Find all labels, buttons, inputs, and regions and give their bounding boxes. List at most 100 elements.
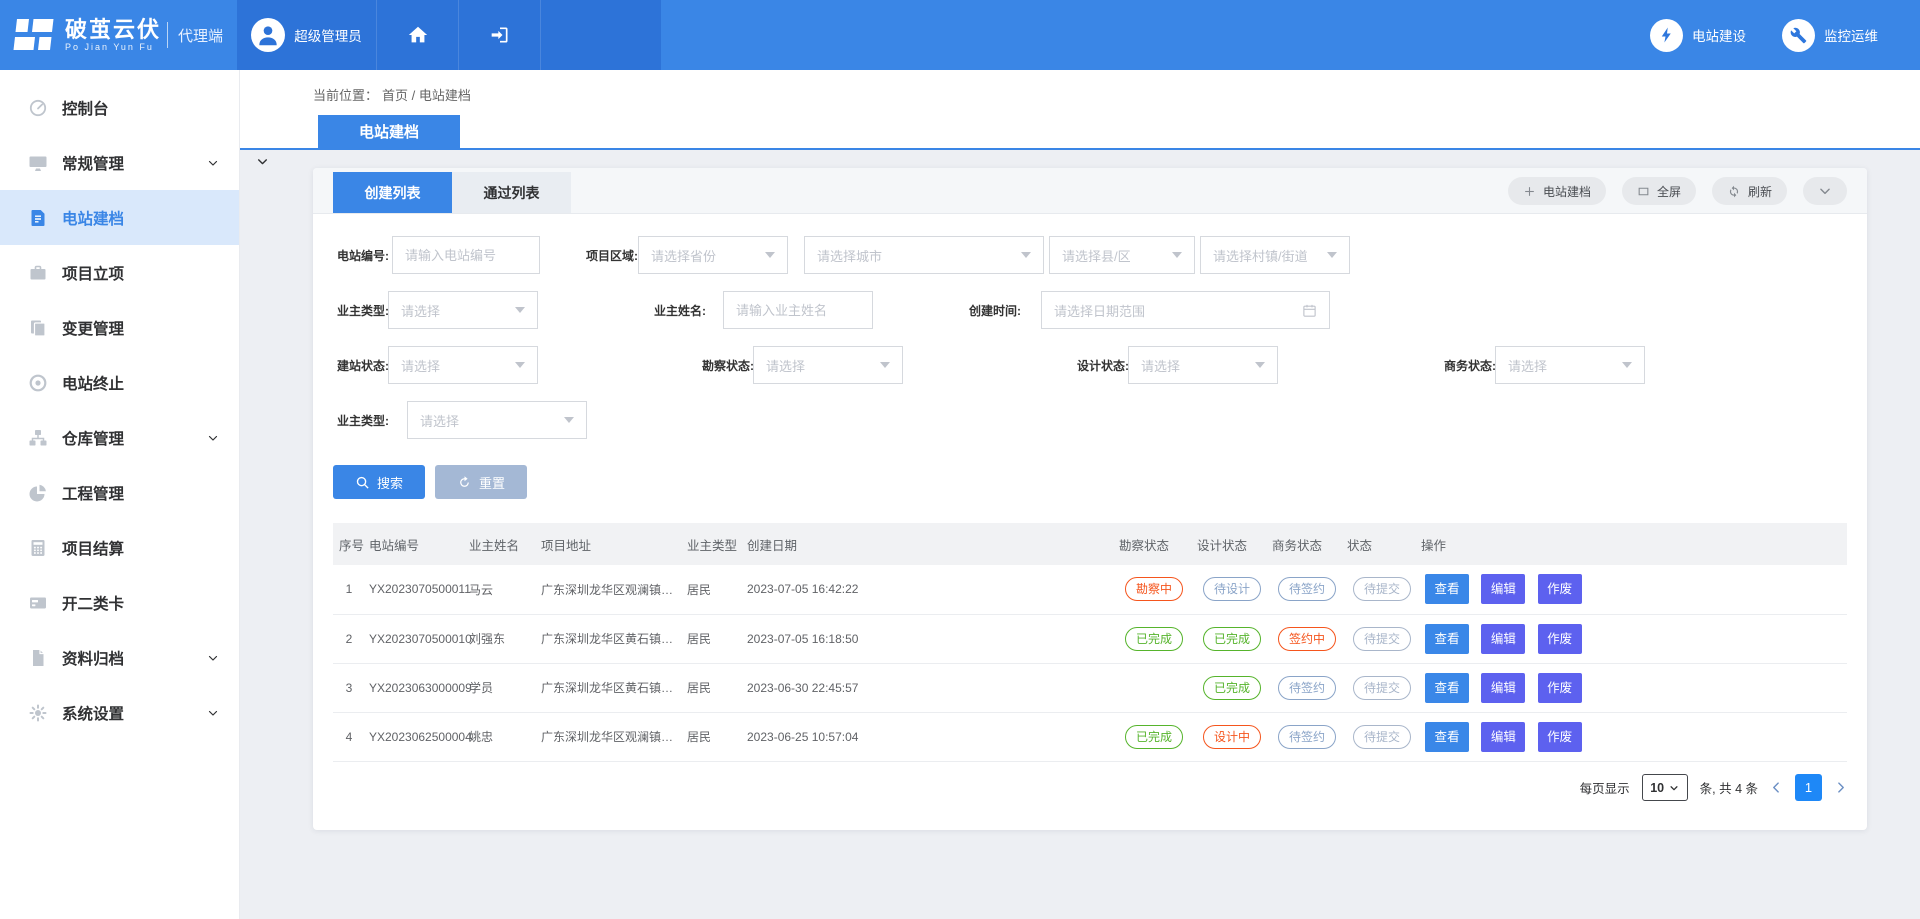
owner-name-input[interactable]	[723, 291, 873, 329]
per-page-select[interactable]: 10	[1642, 774, 1688, 801]
chevron-down-icon	[207, 652, 219, 664]
survey-status-select[interactable]: 请选择	[753, 346, 903, 384]
city-select[interactable]: 请选择城市	[804, 236, 1044, 274]
county-select[interactable]: 请选择县/区	[1049, 236, 1195, 274]
build-status-select[interactable]: 请选择	[388, 346, 538, 384]
tab-create-list[interactable]: 创建列表	[333, 172, 452, 213]
sidebar-item-label: 电站终止	[62, 372, 124, 394]
void-button[interactable]: 作废	[1538, 722, 1582, 752]
view-button[interactable]: 查看	[1425, 624, 1469, 654]
sidebar-item-general-mgmt[interactable]: 常规管理	[0, 135, 239, 190]
sidebar-item-data-archive[interactable]: 资料归档	[0, 630, 239, 685]
table-header-row: 序号 电站编号 业主姓名 项目地址 业主类型 创建日期 勘察状态 设计状态 商务…	[333, 523, 1847, 565]
design-status-select[interactable]: 请选择	[1128, 346, 1278, 384]
created-date-range-picker[interactable]: 请选择日期范围	[1041, 291, 1330, 329]
table-row: 3 YX2023063000009 学员 广东深圳龙华区黄石镇姚家庄... 居民…	[333, 663, 1847, 712]
nav-station-build[interactable]: 电站建设	[1650, 19, 1746, 52]
view-button[interactable]: 查看	[1425, 574, 1469, 604]
cell-status: 待提交	[1343, 712, 1417, 761]
design-status-label: 设计状态:	[1073, 357, 1128, 374]
search-icon	[355, 475, 370, 490]
cell-ops: 查看 编辑 作废	[1417, 614, 1847, 663]
view-button[interactable]: 查看	[1425, 673, 1469, 703]
filter-form: 电站编号: 项目区域: 请选择省份 请选择城市 请选择县/区 请选择村镇/街道 …	[313, 214, 1867, 439]
cell-business: 签约中	[1268, 614, 1343, 663]
town-select[interactable]: 请选择村镇/街道	[1200, 236, 1350, 274]
cell-code: YX2023063000009	[365, 663, 465, 712]
void-button[interactable]: 作废	[1538, 574, 1582, 604]
sidebar-item-label: 项目结算	[62, 537, 124, 559]
cell-no: 2	[333, 614, 365, 663]
sidebar-item-label: 控制台	[62, 97, 109, 119]
add-station-button[interactable]: 电站建档	[1508, 177, 1606, 205]
collapse-chevron-icon[interactable]	[256, 155, 269, 168]
cell-address: 广东深圳龙华区黄石镇星官大...	[537, 614, 683, 663]
edit-button[interactable]: 编辑	[1481, 722, 1525, 752]
sidebar-item-system-settings[interactable]: 系统设置	[0, 685, 239, 740]
nav-monitor-ops[interactable]: 监控运维	[1782, 19, 1878, 52]
reset-button[interactable]: 重置	[435, 465, 527, 499]
cell-created: 2023-07-05 16:18:50	[743, 614, 1115, 663]
table-row: 4 YX2023062500004 姚忠 广东深圳龙华区观澜镇姚家庄... 居民…	[333, 712, 1847, 761]
next-page-button[interactable]	[1834, 781, 1847, 794]
home-button[interactable]	[377, 0, 459, 70]
refresh-button[interactable]: 刷新	[1712, 177, 1787, 205]
sidebar-item-project-initiation[interactable]: 项目立项	[0, 245, 239, 300]
panel-collapse-button[interactable]	[1803, 177, 1847, 205]
cell-business: 待签约	[1268, 712, 1343, 761]
tab-passed-list[interactable]: 通过列表	[452, 172, 571, 213]
refresh-icon	[1727, 184, 1741, 198]
reset-label: 重置	[479, 473, 505, 492]
fullscreen-button[interactable]: 全屏	[1622, 177, 1696, 205]
sidebar-item-project-settlement[interactable]: 项目结算	[0, 520, 239, 575]
calculator-icon	[28, 538, 48, 558]
brand-divider	[167, 22, 168, 48]
owner-type2-select[interactable]: 请选择	[407, 401, 587, 439]
user-menu[interactable]: 超级管理员	[237, 0, 377, 70]
chevron-down-icon	[207, 432, 219, 444]
province-select[interactable]: 请选择省份	[638, 236, 788, 274]
filter-actions: 搜索 重置	[333, 465, 1867, 499]
current-page-button[interactable]: 1	[1795, 774, 1822, 801]
station-code-input[interactable]	[392, 236, 540, 274]
table-row: 2 YX2023070500010 刘强东 广东深圳龙华区黄石镇星官大... 居…	[333, 614, 1847, 663]
business-status-badge: 待签约	[1278, 577, 1336, 601]
edit-button[interactable]: 编辑	[1481, 624, 1525, 654]
business-status-select[interactable]: 请选择	[1495, 346, 1645, 384]
cell-ops: 查看 编辑 作废	[1417, 663, 1847, 712]
file-archive-icon	[28, 648, 48, 668]
sidebar-item-change-mgmt[interactable]: 变更管理	[0, 300, 239, 355]
owner-type-select[interactable]: 请选择	[388, 291, 538, 329]
sidebar-item-console[interactable]: 控制台	[0, 80, 239, 135]
sidebar-item-station-archive[interactable]: 电站建档	[0, 190, 239, 245]
void-button[interactable]: 作废	[1538, 673, 1582, 703]
cell-survey: 已完成	[1115, 614, 1193, 663]
void-button[interactable]: 作废	[1538, 624, 1582, 654]
document-icon	[28, 208, 48, 228]
dashboard-icon	[28, 98, 48, 118]
sidebar-item-open-card[interactable]: 开二类卡	[0, 575, 239, 630]
search-button[interactable]: 搜索	[333, 465, 425, 499]
avatar	[251, 18, 285, 52]
breadcrumb-path[interactable]: 首页 / 电站建档	[382, 85, 471, 104]
column-header-status: 状态	[1343, 523, 1417, 565]
content-body: 创建列表 通过列表 电站建档 全屏	[240, 150, 1920, 919]
design-status-badge: 已完成	[1203, 676, 1261, 700]
brand-name-cn: 破茧云伏	[65, 18, 161, 42]
edit-button[interactable]: 编辑	[1481, 574, 1525, 604]
cell-type: 居民	[683, 614, 743, 663]
pie-chart-icon	[28, 483, 48, 503]
edit-button[interactable]: 编辑	[1481, 673, 1525, 703]
logout-button[interactable]	[459, 0, 541, 70]
filter-row-3: 建站状态: 请选择 勘察状态: 请选择 设计状态: 请选择 商务状态: 请选择	[333, 346, 1847, 384]
owner-name-label: 业主姓名:	[650, 302, 723, 319]
plus-icon	[1523, 185, 1536, 198]
sidebar-item-station-terminate[interactable]: 电站终止	[0, 355, 239, 410]
sidebar-item-warehouse-mgmt[interactable]: 仓库管理	[0, 410, 239, 465]
view-button[interactable]: 查看	[1425, 722, 1469, 752]
sidebar-item-engineering-mgmt[interactable]: 工程管理	[0, 465, 239, 520]
prev-page-button[interactable]	[1770, 781, 1783, 794]
page-tab-station-archive[interactable]: 电站建档	[318, 115, 460, 148]
cell-created: 2023-07-05 16:42:22	[743, 565, 1115, 614]
caret-down-icon	[1622, 362, 1632, 368]
